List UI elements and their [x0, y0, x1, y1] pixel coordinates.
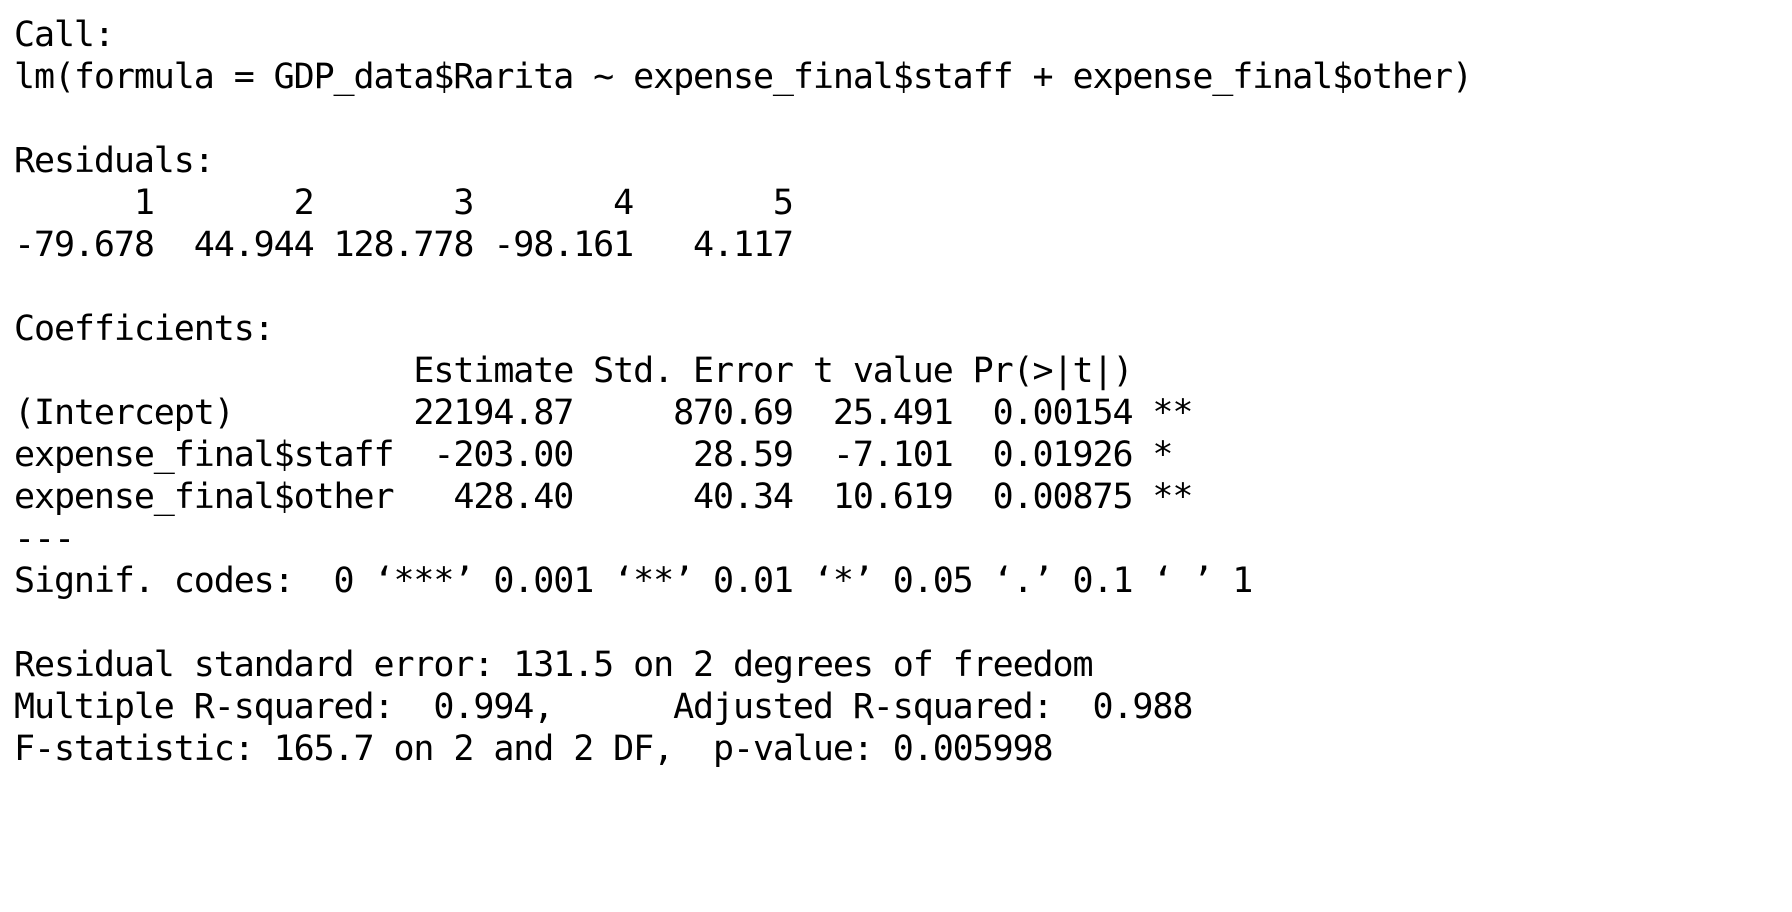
signif-codes: Signif. codes: 0 ‘***’ 0.001 ‘**’ 0.01 ‘…: [14, 561, 1253, 601]
r-squared: Multiple R-squared: 0.994, Adjusted R-sq…: [14, 687, 1213, 727]
coef-row-other: expense_final$other 428.40 40.34 10.619 …: [14, 477, 1193, 517]
separator: ---: [14, 519, 75, 559]
f-statistic: F-statistic: 165.7 on 2 and 2 DF, p-valu…: [14, 729, 1054, 769]
residual-standard-error: Residual standard error: 131.5 on 2 degr…: [14, 645, 1094, 685]
residuals-header: Residuals:: [14, 141, 215, 181]
call-formula: lm(formula = GDP_data$Rarita ~ expense_f…: [14, 57, 1473, 97]
coef-table-header: Estimate Std. Error t value Pr(>|t|): [14, 351, 1133, 391]
coef-row-intercept: (Intercept) 22194.87 870.69 25.491 0.001…: [14, 393, 1193, 433]
r-console-output: Call: lm(formula = GDP_data$Rarita ~ exp…: [14, 14, 1784, 770]
call-header: Call:: [14, 15, 115, 55]
coefficients-header: Coefficients:: [14, 309, 275, 349]
coef-row-staff: expense_final$staff -203.00 28.59 -7.101…: [14, 435, 1173, 475]
residuals-indices: 1 2 3 4 5: [14, 183, 794, 223]
residuals-values: -79.678 44.944 128.778 -98.161 4.117: [14, 225, 794, 265]
